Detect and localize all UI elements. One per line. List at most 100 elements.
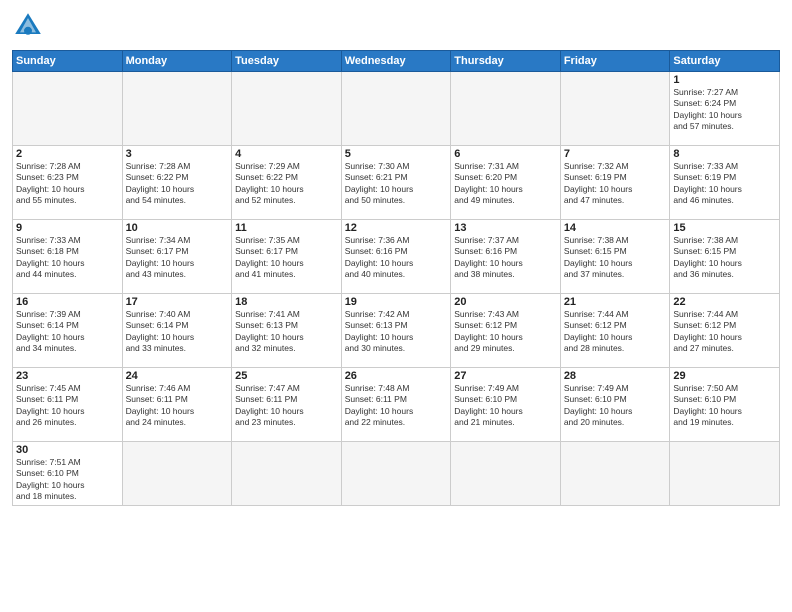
calendar-cell: 22Sunrise: 7:44 AMSunset: 6:12 PMDayligh… xyxy=(670,294,780,368)
cell-info: Sunrise: 7:27 AMSunset: 6:24 PMDaylight:… xyxy=(673,87,776,133)
logo-icon xyxy=(12,10,44,42)
cell-info: Sunrise: 7:34 AMSunset: 6:17 PMDaylight:… xyxy=(126,235,229,281)
calendar-cell: 7Sunrise: 7:32 AMSunset: 6:19 PMDaylight… xyxy=(560,146,670,220)
cell-info: Sunrise: 7:30 AMSunset: 6:21 PMDaylight:… xyxy=(345,161,448,207)
calendar-cell: 12Sunrise: 7:36 AMSunset: 6:16 PMDayligh… xyxy=(341,220,451,294)
calendar-cell xyxy=(451,72,561,146)
calendar-cell: 9Sunrise: 7:33 AMSunset: 6:18 PMDaylight… xyxy=(13,220,123,294)
day-number: 17 xyxy=(126,296,229,308)
cell-info: Sunrise: 7:41 AMSunset: 6:13 PMDaylight:… xyxy=(235,309,338,355)
calendar-cell: 21Sunrise: 7:44 AMSunset: 6:12 PMDayligh… xyxy=(560,294,670,368)
day-number: 11 xyxy=(235,222,338,234)
calendar-cell xyxy=(232,442,342,506)
calendar-cell xyxy=(560,442,670,506)
cell-info: Sunrise: 7:36 AMSunset: 6:16 PMDaylight:… xyxy=(345,235,448,281)
weekday-header-wednesday: Wednesday xyxy=(341,51,451,72)
cell-info: Sunrise: 7:50 AMSunset: 6:10 PMDaylight:… xyxy=(673,383,776,429)
calendar-page: SundayMondayTuesdayWednesdayThursdayFrid… xyxy=(0,0,792,612)
cell-info: Sunrise: 7:51 AMSunset: 6:10 PMDaylight:… xyxy=(16,457,119,503)
calendar-cell xyxy=(341,72,451,146)
calendar-cell xyxy=(341,442,451,506)
day-number: 23 xyxy=(16,370,119,382)
day-number: 18 xyxy=(235,296,338,308)
day-number: 2 xyxy=(16,148,119,160)
cell-info: Sunrise: 7:31 AMSunset: 6:20 PMDaylight:… xyxy=(454,161,557,207)
logo xyxy=(12,10,48,42)
cell-info: Sunrise: 7:35 AMSunset: 6:17 PMDaylight:… xyxy=(235,235,338,281)
day-number: 20 xyxy=(454,296,557,308)
cell-info: Sunrise: 7:32 AMSunset: 6:19 PMDaylight:… xyxy=(564,161,667,207)
day-number: 21 xyxy=(564,296,667,308)
calendar-cell: 30Sunrise: 7:51 AMSunset: 6:10 PMDayligh… xyxy=(13,442,123,506)
cell-info: Sunrise: 7:44 AMSunset: 6:12 PMDaylight:… xyxy=(564,309,667,355)
calendar-cell xyxy=(451,442,561,506)
day-number: 28 xyxy=(564,370,667,382)
day-number: 9 xyxy=(16,222,119,234)
calendar-cell xyxy=(122,72,232,146)
calendar-cell xyxy=(232,72,342,146)
calendar-cell: 26Sunrise: 7:48 AMSunset: 6:11 PMDayligh… xyxy=(341,368,451,442)
calendar-cell: 13Sunrise: 7:37 AMSunset: 6:16 PMDayligh… xyxy=(451,220,561,294)
day-number: 26 xyxy=(345,370,448,382)
calendar-cell: 20Sunrise: 7:43 AMSunset: 6:12 PMDayligh… xyxy=(451,294,561,368)
calendar-cell: 11Sunrise: 7:35 AMSunset: 6:17 PMDayligh… xyxy=(232,220,342,294)
calendar-cell: 28Sunrise: 7:49 AMSunset: 6:10 PMDayligh… xyxy=(560,368,670,442)
week-row-5: 30Sunrise: 7:51 AMSunset: 6:10 PMDayligh… xyxy=(13,442,780,506)
weekday-header-row: SundayMondayTuesdayWednesdayThursdayFrid… xyxy=(13,51,780,72)
weekday-header-sunday: Sunday xyxy=(13,51,123,72)
week-row-1: 2Sunrise: 7:28 AMSunset: 6:23 PMDaylight… xyxy=(13,146,780,220)
cell-info: Sunrise: 7:47 AMSunset: 6:11 PMDaylight:… xyxy=(235,383,338,429)
cell-info: Sunrise: 7:29 AMSunset: 6:22 PMDaylight:… xyxy=(235,161,338,207)
day-number: 25 xyxy=(235,370,338,382)
calendar-cell xyxy=(13,72,123,146)
cell-info: Sunrise: 7:49 AMSunset: 6:10 PMDaylight:… xyxy=(564,383,667,429)
cell-info: Sunrise: 7:49 AMSunset: 6:10 PMDaylight:… xyxy=(454,383,557,429)
cell-info: Sunrise: 7:28 AMSunset: 6:22 PMDaylight:… xyxy=(126,161,229,207)
calendar-cell: 10Sunrise: 7:34 AMSunset: 6:17 PMDayligh… xyxy=(122,220,232,294)
cell-info: Sunrise: 7:39 AMSunset: 6:14 PMDaylight:… xyxy=(16,309,119,355)
calendar-cell: 6Sunrise: 7:31 AMSunset: 6:20 PMDaylight… xyxy=(451,146,561,220)
week-row-2: 9Sunrise: 7:33 AMSunset: 6:18 PMDaylight… xyxy=(13,220,780,294)
calendar-cell: 2Sunrise: 7:28 AMSunset: 6:23 PMDaylight… xyxy=(13,146,123,220)
cell-info: Sunrise: 7:45 AMSunset: 6:11 PMDaylight:… xyxy=(16,383,119,429)
day-number: 13 xyxy=(454,222,557,234)
day-number: 19 xyxy=(345,296,448,308)
day-number: 1 xyxy=(673,74,776,86)
day-number: 12 xyxy=(345,222,448,234)
calendar-cell: 29Sunrise: 7:50 AMSunset: 6:10 PMDayligh… xyxy=(670,368,780,442)
calendar-cell: 3Sunrise: 7:28 AMSunset: 6:22 PMDaylight… xyxy=(122,146,232,220)
calendar-cell: 5Sunrise: 7:30 AMSunset: 6:21 PMDaylight… xyxy=(341,146,451,220)
cell-info: Sunrise: 7:48 AMSunset: 6:11 PMDaylight:… xyxy=(345,383,448,429)
week-row-3: 16Sunrise: 7:39 AMSunset: 6:14 PMDayligh… xyxy=(13,294,780,368)
cell-info: Sunrise: 7:38 AMSunset: 6:15 PMDaylight:… xyxy=(673,235,776,281)
calendar-cell: 24Sunrise: 7:46 AMSunset: 6:11 PMDayligh… xyxy=(122,368,232,442)
cell-info: Sunrise: 7:33 AMSunset: 6:18 PMDaylight:… xyxy=(16,235,119,281)
calendar-cell: 19Sunrise: 7:42 AMSunset: 6:13 PMDayligh… xyxy=(341,294,451,368)
day-number: 15 xyxy=(673,222,776,234)
weekday-header-saturday: Saturday xyxy=(670,51,780,72)
calendar-cell: 8Sunrise: 7:33 AMSunset: 6:19 PMDaylight… xyxy=(670,146,780,220)
calendar-cell: 27Sunrise: 7:49 AMSunset: 6:10 PMDayligh… xyxy=(451,368,561,442)
cell-info: Sunrise: 7:44 AMSunset: 6:12 PMDaylight:… xyxy=(673,309,776,355)
weekday-header-tuesday: Tuesday xyxy=(232,51,342,72)
weekday-header-friday: Friday xyxy=(560,51,670,72)
day-number: 10 xyxy=(126,222,229,234)
calendar-cell: 16Sunrise: 7:39 AMSunset: 6:14 PMDayligh… xyxy=(13,294,123,368)
cell-info: Sunrise: 7:28 AMSunset: 6:23 PMDaylight:… xyxy=(16,161,119,207)
day-number: 5 xyxy=(345,148,448,160)
calendar-table: SundayMondayTuesdayWednesdayThursdayFrid… xyxy=(12,50,780,506)
calendar-cell: 14Sunrise: 7:38 AMSunset: 6:15 PMDayligh… xyxy=(560,220,670,294)
day-number: 7 xyxy=(564,148,667,160)
calendar-cell: 1Sunrise: 7:27 AMSunset: 6:24 PMDaylight… xyxy=(670,72,780,146)
day-number: 30 xyxy=(16,444,119,456)
cell-info: Sunrise: 7:46 AMSunset: 6:11 PMDaylight:… xyxy=(126,383,229,429)
day-number: 6 xyxy=(454,148,557,160)
day-number: 4 xyxy=(235,148,338,160)
cell-info: Sunrise: 7:43 AMSunset: 6:12 PMDaylight:… xyxy=(454,309,557,355)
day-number: 29 xyxy=(673,370,776,382)
calendar-cell xyxy=(122,442,232,506)
day-number: 3 xyxy=(126,148,229,160)
calendar-cell: 17Sunrise: 7:40 AMSunset: 6:14 PMDayligh… xyxy=(122,294,232,368)
day-number: 27 xyxy=(454,370,557,382)
day-number: 14 xyxy=(564,222,667,234)
